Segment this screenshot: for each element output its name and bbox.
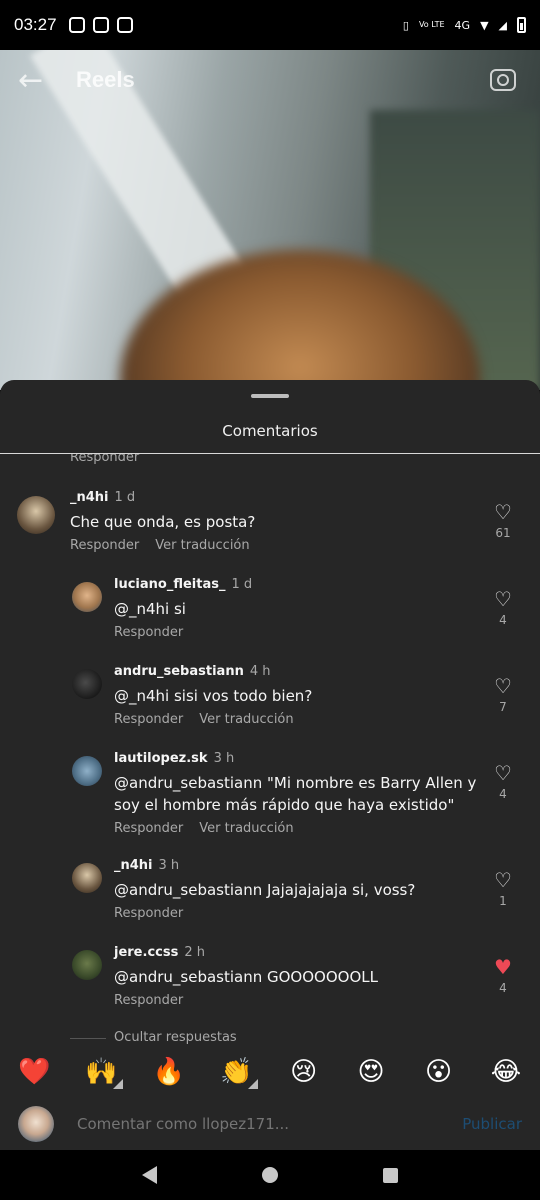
instagram-icon — [116, 17, 133, 33]
like-control: ♡ 1 — [488, 870, 518, 908]
avatar — [18, 1106, 54, 1142]
comment-time: 2 h — [184, 945, 205, 960]
avatar[interactable] — [72, 669, 102, 699]
network-label: 4G — [454, 18, 471, 32]
heart-filled-icon[interactable]: ♥ — [488, 957, 518, 977]
signal-icon: ◢ — [498, 18, 507, 32]
wifi-icon: ▼ — [480, 18, 489, 32]
heart-icon[interactable]: ♡ — [488, 870, 518, 890]
heart-icon[interactable]: ♡ — [488, 502, 518, 522]
comment-text: @andru_sebastiann Jajajajajaja si, voss? — [114, 881, 416, 899]
comment-time: 3 h — [158, 858, 180, 873]
like-count: 61 — [495, 526, 511, 540]
comment-body: _n4hi 3 h @andru_sebastiann Jajajajajaja … — [114, 858, 484, 921]
instagram-icon — [92, 17, 109, 33]
comment-text: @_n4hi sisi vos todo bien? — [114, 687, 313, 705]
avatar[interactable] — [72, 950, 102, 980]
back-icon[interactable] — [142, 1166, 158, 1184]
comment-text: @andru_sebastiann GOOOOOOOLL — [114, 968, 378, 986]
comment-text: @andru_sebastiann "Mi nombre es Barry Al… — [114, 774, 477, 814]
publish-button[interactable]: Publicar — [462, 1115, 522, 1133]
comment-username[interactable]: jere.ccss — [114, 945, 178, 960]
vibrate-icon: ▯ — [402, 18, 409, 32]
comment-username[interactable]: luciano_fleitas_ — [114, 577, 225, 592]
comment-body: luciano_fleitas_ 1 d @_n4hi si Responder — [114, 577, 484, 640]
comment-time: 1 d — [114, 490, 136, 505]
laughing-face-emoji[interactable]: 😂 — [490, 1057, 522, 1087]
system-nav-bar — [0, 1150, 540, 1200]
comment-body: lautilopez.sk 3 h @andru_sebastiann "Mi n… — [114, 751, 484, 836]
like-control: ♡ 4 — [488, 589, 518, 627]
status-time: 03:27 — [14, 15, 57, 34]
reply-button[interactable]: Responder — [114, 625, 183, 640]
comment-username[interactable]: _n4hi — [70, 490, 109, 505]
status-bar: 03:27 ▯ Vo LTE 4G ▼ ◢ — [0, 0, 540, 50]
comment-time: 1 d — [231, 577, 253, 592]
comment-time: 3 h — [213, 751, 235, 766]
comment-time: 4 h — [249, 664, 271, 679]
heart-icon[interactable]: ♡ — [488, 763, 518, 783]
comment-body: _n4hi 1 d Che que onda, es posta? Respond… — [70, 490, 440, 553]
reply-button[interactable]: Responder — [70, 454, 139, 465]
reel-header: ← Reels — [0, 50, 540, 110]
battery-icon — [517, 17, 526, 33]
like-count: 1 — [499, 894, 507, 908]
hide-replies-button[interactable]: Ocultar respuestas — [114, 1030, 237, 1044]
like-control: ♡ 4 — [488, 763, 518, 801]
heart-icon[interactable]: ♡ — [488, 676, 518, 696]
comments-sheet: Comentarios Responder _n4hi 1 d Che que o… — [0, 380, 540, 1150]
raising-hands-emoji[interactable]: 🙌 — [85, 1057, 124, 1089]
reel-title: Reels — [76, 67, 135, 92]
clapping-hands-emoji[interactable]: 👏 — [220, 1057, 259, 1089]
comment-body: andru_sebastiann 4 h @_n4hi sisi vos todo… — [114, 664, 484, 727]
camera-icon[interactable] — [490, 69, 516, 91]
like-count: 7 — [499, 700, 507, 714]
home-icon[interactable] — [261, 1167, 278, 1183]
status-right: ▯ Vo LTE 4G ▼ ◢ — [403, 17, 526, 33]
avatar[interactable] — [17, 496, 55, 534]
reply-button[interactable]: Responder — [114, 993, 183, 1008]
comment-list[interactable]: Responder _n4hi 1 d Che que onda, es post… — [0, 454, 540, 1044]
avatar[interactable] — [72, 582, 102, 612]
notification-icon — [68, 17, 85, 33]
comment-username[interactable]: lautilopez.sk — [114, 751, 208, 766]
like-count: 4 — [499, 981, 507, 995]
divider — [70, 1038, 106, 1039]
comment-username[interactable]: _n4hi — [114, 858, 153, 873]
translate-button[interactable]: Ver traducción — [155, 538, 249, 553]
fire-emoji[interactable]: 🔥 — [153, 1057, 185, 1087]
heart-icon[interactable]: ♡ — [488, 589, 518, 609]
like-control: ♡ 7 — [488, 676, 518, 714]
drag-handle[interactable] — [251, 394, 289, 398]
reply-button[interactable]: Responder — [70, 538, 139, 553]
like-count: 4 — [499, 613, 507, 627]
comment-text: Che que onda, es posta? — [70, 513, 256, 531]
comment-username[interactable]: andru_sebastiann — [114, 664, 244, 679]
crying-face-emoji[interactable]: 😢 — [288, 1057, 320, 1087]
back-arrow-icon[interactable]: ← — [18, 63, 58, 98]
like-control: ♡ 61 — [488, 502, 518, 540]
recents-icon[interactable] — [382, 1167, 398, 1183]
like-count: 4 — [499, 787, 507, 801]
comment-text: @_n4hi si — [114, 600, 186, 618]
volte-label: Vo LTE — [418, 20, 445, 29]
translate-button[interactable]: Ver traducción — [199, 821, 293, 836]
like-control: ♥ 4 — [488, 957, 518, 995]
avatar[interactable] — [72, 756, 102, 786]
heart-eyes-emoji[interactable]: 😍 — [355, 1057, 387, 1087]
emoji-bar: ❤️ 🙌 🔥 👏 😢 😍 😮 😂 — [0, 1052, 540, 1092]
comment-input-row: Publicar — [0, 1102, 540, 1146]
reply-button[interactable]: Responder — [114, 821, 183, 836]
avatar[interactable] — [72, 863, 102, 893]
comment-body: jere.ccss 2 h @andru_sebastiann GOOOOOOOL… — [114, 945, 484, 1008]
surprised-face-emoji[interactable]: 😮 — [423, 1057, 455, 1087]
sheet-title: Comentarios — [222, 422, 318, 440]
red-heart-emoji[interactable]: ❤️ — [18, 1057, 50, 1087]
translate-button[interactable]: Ver traducción — [199, 712, 293, 727]
reply-button[interactable]: Responder — [114, 906, 183, 921]
comment-input[interactable] — [77, 1115, 453, 1133]
reply-button[interactable]: Responder — [114, 712, 183, 727]
